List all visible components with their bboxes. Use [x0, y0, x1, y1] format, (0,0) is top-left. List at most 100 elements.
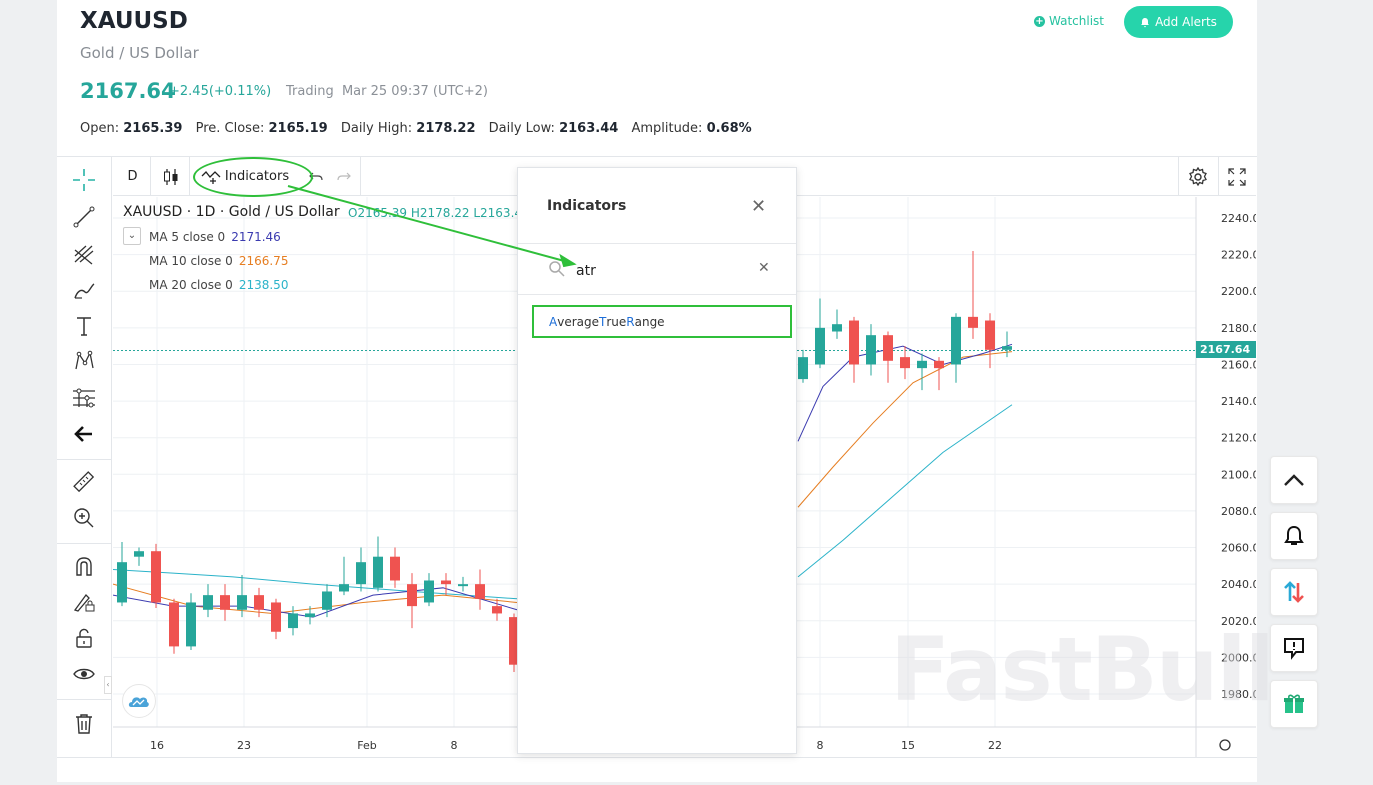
last-price-tag: 2167.64 [1196, 341, 1256, 358]
stat-value: 2178.22 [416, 121, 476, 136]
candle-body [475, 584, 485, 599]
interval-button[interactable]: D [120, 157, 145, 196]
up-down-arrows-icon [1284, 581, 1304, 603]
stat-value: 2163.44 [559, 121, 619, 136]
fullscreen-icon[interactable] [1224, 157, 1250, 196]
match-highlight: T [599, 314, 607, 329]
candle-body [917, 360, 927, 369]
match-highlight: R [626, 314, 635, 329]
stat-label: Amplitude: [631, 121, 703, 136]
trade-button[interactable] [1270, 568, 1318, 616]
time-tick-label: Feb [357, 739, 376, 752]
scroll-top-button[interactable] [1270, 456, 1318, 504]
price-tick-label: 2200.00 [1221, 285, 1256, 298]
trend-line-icon[interactable] [70, 203, 98, 231]
candle-body [900, 357, 910, 369]
candle-body [288, 613, 298, 629]
settings-gear-icon[interactable] [1184, 157, 1212, 196]
candle-body [883, 335, 893, 361]
fib-tool-icon[interactable] [70, 240, 98, 268]
ma-label: MA 10 close 0 [149, 254, 233, 268]
eye-icon[interactable] [70, 660, 98, 688]
indicators-dialog: Indicators ✕ ✕ Average True Range [517, 167, 797, 754]
redo-icon[interactable] [333, 157, 355, 196]
alert-button[interactable] [1270, 512, 1318, 560]
candle-body [134, 551, 144, 557]
legend-collapse-chevron-icon[interactable]: ⌄ [123, 227, 141, 245]
moving-average-line [797, 404, 1013, 578]
ma20-legend: MA 20 close 0 2138.50 [149, 278, 288, 292]
close-icon[interactable]: ✕ [751, 196, 766, 217]
candle-body [339, 584, 349, 592]
brush-icon[interactable] [70, 276, 98, 304]
result-text: rue [606, 314, 627, 329]
crosshair-icon[interactable] [70, 166, 98, 194]
topbar-divider [1178, 157, 1179, 196]
ruler-icon[interactable] [70, 468, 98, 496]
candle-body [220, 595, 230, 610]
time-tick-label: 8 [817, 739, 824, 752]
chart-legend-title: XAUUSD · 1D · Gold / US Dollar [123, 204, 340, 220]
clear-search-icon[interactable]: ✕ [758, 260, 770, 276]
search-icon [549, 261, 565, 277]
chart-legend-ohlc: O2165.39 H2178.22 L2163.4 [348, 206, 518, 220]
time-tick-label: 8 [451, 739, 458, 752]
prediction-tool-icon[interactable] [70, 384, 98, 412]
price-tick-label: 2240.00 [1221, 212, 1256, 225]
time-tick-label: 16 [150, 739, 164, 752]
price-tick-label: 2120.00 [1221, 432, 1256, 445]
gift-button[interactable] [1270, 680, 1318, 728]
candle-body [169, 602, 179, 647]
add-alerts-button[interactable]: Add Alerts [1124, 6, 1233, 38]
candle-body [237, 595, 247, 610]
candle-body [151, 551, 161, 603]
gift-icon [1284, 694, 1304, 713]
candle-body [815, 327, 825, 365]
candle-body [458, 584, 468, 587]
watchlist-button[interactable]: + Watchlist [1034, 14, 1104, 28]
watermark-logo: FastBull [890, 618, 1275, 721]
unlock-icon[interactable] [70, 624, 98, 652]
candlestick-type-icon[interactable] [158, 157, 184, 196]
candle-body [424, 580, 434, 603]
stat-label: Daily High: [340, 121, 413, 136]
time-tick-label: 22 [988, 739, 1002, 752]
symbol-name: Gold / US Dollar [80, 44, 199, 62]
dialog-divider [518, 294, 796, 295]
indicator-result-average-true-range[interactable]: Average True Range [532, 305, 792, 338]
stat-value: 2165.19 [268, 121, 328, 136]
candle-body [117, 562, 127, 603]
topbar-divider [360, 157, 361, 196]
lock-drawing-icon[interactable] [70, 588, 98, 616]
trading-label: Trading [286, 84, 334, 99]
trash-icon[interactable] [70, 710, 98, 738]
candle-body [951, 316, 961, 365]
last-price: 2167.64 [80, 79, 176, 103]
candle-body [407, 584, 417, 607]
time-tick-label: 15 [901, 739, 915, 752]
ma5-legend: MA 5 close 0 2171.46 [149, 230, 281, 244]
magnet-icon[interactable] [70, 552, 98, 580]
stat-label: Pre. Close: [195, 121, 265, 136]
price-change: +2.45(+0.11%) [169, 84, 272, 99]
chart-logo-icon [122, 684, 156, 718]
ma-value: 2171.46 [231, 230, 281, 244]
ma-value: 2138.50 [238, 278, 289, 292]
price-tick-label: 2100.00 [1221, 468, 1256, 481]
pattern-tool-icon[interactable] [70, 347, 98, 375]
price-tick-label: 2160.00 [1221, 358, 1256, 371]
feedback-button[interactable] [1270, 624, 1318, 672]
candle-body [373, 556, 383, 588]
ma-value: 2166.75 [238, 254, 289, 268]
candle-body [832, 324, 842, 332]
candle-body [441, 580, 451, 585]
text-tool-icon[interactable] [70, 312, 98, 340]
candle-body [322, 591, 332, 610]
price-tick-label: 2140.00 [1221, 395, 1256, 408]
back-arrow-icon[interactable] [70, 420, 98, 448]
toolbar-divider [57, 543, 112, 544]
collapse-toolbar-chevron-icon[interactable]: ‹ [104, 676, 112, 694]
add-alerts-label: Add Alerts [1155, 15, 1217, 29]
indicator-search-input[interactable] [576, 260, 736, 282]
zoom-in-icon[interactable] [70, 504, 98, 532]
